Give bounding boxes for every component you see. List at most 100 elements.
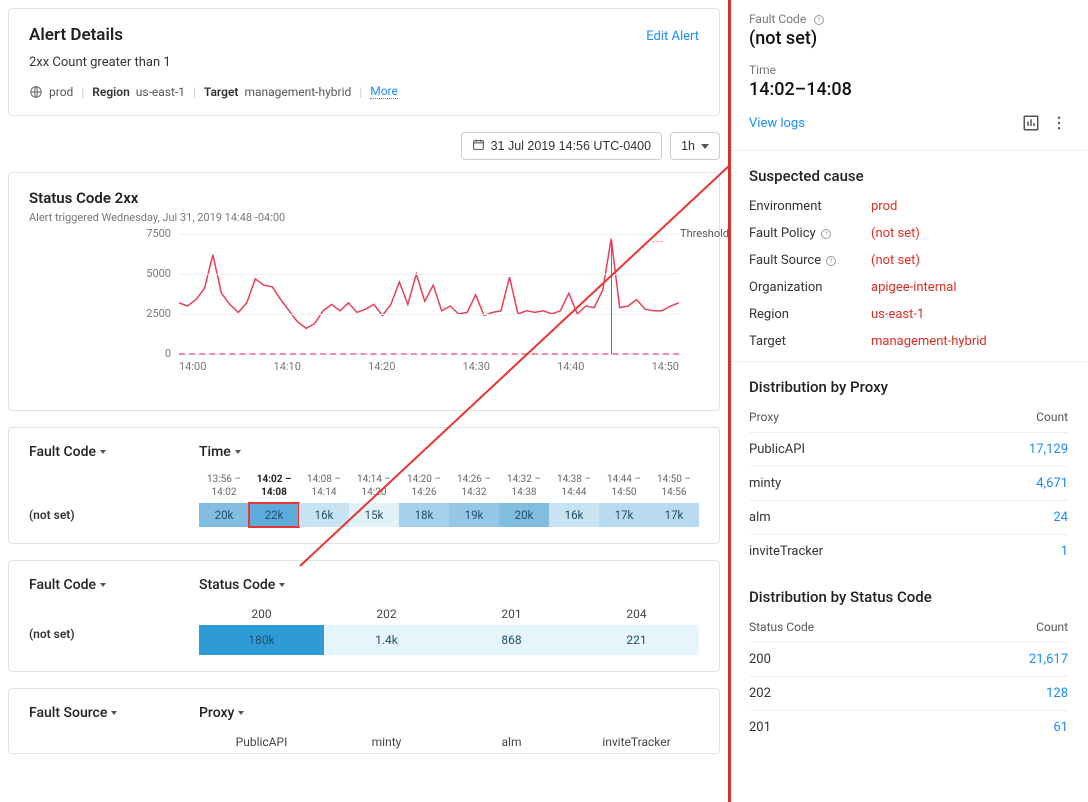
y-axis: 7500500025000 [135, 234, 171, 354]
calendar-icon [472, 138, 485, 154]
suspected-cause-row: Organizationapigee-internal [749, 280, 1068, 295]
proxy-dim-select[interactable]: Proxy [199, 705, 244, 721]
table-row[interactable]: alm24 [749, 500, 1068, 534]
right-panel: Fault Code ? (not set) Time 14:02–14:08 … [728, 0, 1088, 802]
target-value: management-hybrid [244, 85, 351, 99]
time-heatmap-cell[interactable]: 16k [549, 503, 599, 527]
region-label: Region [92, 85, 130, 99]
statuscode-dim-select[interactable]: Status Code [199, 577, 285, 593]
target-label: Target [204, 85, 239, 99]
suspected-cause-row: Fault Source?(not set) [749, 253, 1068, 268]
count-head-2: Count [1036, 620, 1068, 634]
table-row[interactable]: inviteTracker1 [749, 534, 1068, 568]
statuscode-heatmap-cell[interactable]: 221 [574, 625, 699, 655]
faultcode-label: Fault Code ? [749, 12, 1068, 26]
range-text: 1h [681, 139, 695, 153]
time-value: 14:02–14:08 [749, 79, 1068, 100]
proxy-head: Proxy [749, 410, 779, 424]
edit-alert-link[interactable]: Edit Alert [646, 29, 699, 44]
time-heatmap-cell[interactable]: 22k [249, 503, 299, 527]
chart-subtitle: Alert triggered Wednesday, Jul 31, 2019 … [29, 211, 699, 224]
sc-head: Status Code [749, 620, 814, 634]
time-label: Time [749, 63, 1068, 77]
table-row[interactable]: PublicAPI17,129 [749, 432, 1068, 466]
caret-down-icon [701, 144, 709, 149]
proxy-col-header: alm [449, 735, 574, 749]
time-col-header: 14:08 –14:14 [299, 474, 349, 503]
line-series [179, 234, 679, 354]
faultcode-dim-select[interactable]: Fault Code [29, 444, 106, 460]
time-heatmap: 13:56 –14:0220k14:02 –14:0822k14:08 –14:… [199, 474, 699, 527]
globe-icon [29, 85, 43, 99]
caret-down-icon [238, 711, 244, 715]
statuscode-col-header: 201 [449, 607, 574, 625]
statuscode-col-header: 200 [199, 607, 324, 625]
time-heatmap-cell[interactable]: 15k [349, 503, 399, 527]
chart-title: Status Code 2xx [29, 189, 699, 207]
alert-subtitle: 2xx Count greater than 1 [29, 55, 699, 70]
statuscode-heatmap-cell[interactable]: 180k [199, 625, 324, 655]
date-range-button[interactable]: 31 Jul 2019 14:56 UTC-0400 [461, 132, 663, 160]
more-vert-icon[interactable] [1050, 114, 1068, 132]
time-col-header: 13:56 –14:02 [199, 474, 249, 503]
help-icon[interactable]: ? [820, 228, 832, 240]
env-value: prod [49, 85, 73, 99]
time-toolbar: 31 Jul 2019 14:56 UTC-0400 1h [8, 132, 720, 160]
proxy-col-header: minty [324, 735, 449, 749]
suspected-cause-title: Suspected cause [749, 167, 1068, 185]
time-heatmap-cell[interactable]: 17k [599, 503, 649, 527]
caret-down-icon [100, 450, 106, 454]
time-col-header: 14:44 –14:50 [599, 474, 649, 503]
alert-title: Alert Details [29, 25, 123, 45]
svg-text:?: ? [830, 258, 833, 265]
view-logs-link[interactable]: View logs [749, 116, 805, 131]
statuscode-col-header: 204 [574, 607, 699, 625]
time-heatmap-cell[interactable]: 17k [649, 503, 699, 527]
proxy-col-header: PublicAPI [199, 735, 324, 749]
help-icon[interactable]: ? [813, 14, 825, 26]
chart-plot[interactable] [179, 234, 679, 354]
table-row[interactable]: 20021,617 [749, 642, 1068, 676]
svg-text:?: ? [824, 231, 827, 238]
threshold-label: Threshold [680, 227, 728, 240]
dist-sc-table: Status Code Count 20021,61720212820161 [749, 620, 1068, 744]
range-button[interactable]: 1h [670, 132, 720, 160]
caret-down-icon [100, 583, 106, 587]
statuscode-col-header: 202 [324, 607, 449, 625]
time-dim-select[interactable]: Time [199, 444, 241, 460]
faultcode-dim-select-2[interactable]: Fault Code [29, 577, 106, 593]
dist-proxy-title: Distribution by Proxy [749, 378, 1068, 396]
bar-chart-icon[interactable] [1022, 114, 1040, 132]
time-heatmap-cell[interactable]: 18k [399, 503, 449, 527]
svg-text:?: ? [818, 17, 821, 24]
help-icon[interactable]: ? [825, 255, 837, 267]
caret-down-icon [235, 450, 241, 454]
statuscode-heatmap-cell[interactable]: 868 [449, 625, 574, 655]
statuscode-heatmap-cell[interactable]: 1.4k [324, 625, 449, 655]
dist-sc-title: Distribution by Status Code [749, 588, 1068, 606]
faultsource-dim-select[interactable]: Fault Source [29, 705, 117, 721]
faultcode-value: (not set) [749, 28, 1068, 49]
suspected-cause-row: Targetmanagement-hybrid [749, 334, 1068, 349]
time-heatmap-cell[interactable]: 16k [299, 503, 349, 527]
alert-details-card: Alert Details Edit Alert 2xx Count great… [8, 8, 720, 116]
faultcode-statuscode-card: Fault Code (not set) Status Code 200180k… [8, 560, 720, 672]
table-row[interactable]: 20161 [749, 710, 1068, 744]
region-value: us-east-1 [136, 85, 185, 99]
time-col-header: 14:02 –14:08 [249, 474, 299, 503]
proxy-columns: PublicAPImintyalminviteTracker [199, 735, 699, 749]
caret-down-icon [111, 711, 117, 715]
time-heatmap-cell[interactable]: 20k [199, 503, 249, 527]
table-row[interactable]: 202128 [749, 676, 1068, 710]
table-row[interactable]: minty4,671 [749, 466, 1068, 500]
more-link[interactable]: More [370, 84, 398, 99]
time-heatmap-cell[interactable]: 19k [449, 503, 499, 527]
time-col-header: 14:14 –14:20 [349, 474, 399, 503]
time-col-header: 14:26 –14:32 [449, 474, 499, 503]
time-col-header: 14:32 –14:38 [499, 474, 549, 503]
time-heatmap-cell[interactable]: 20k [499, 503, 549, 527]
time-col-header: 14:50 –14:56 [649, 474, 699, 503]
x-axis: 14:0014:1014:2014:3014:4014:50 [179, 360, 679, 373]
faultcode-row-label: (not set) [29, 508, 179, 522]
faultsource-proxy-card: Fault Source Proxy PublicAPImintyalminvi… [8, 688, 720, 754]
